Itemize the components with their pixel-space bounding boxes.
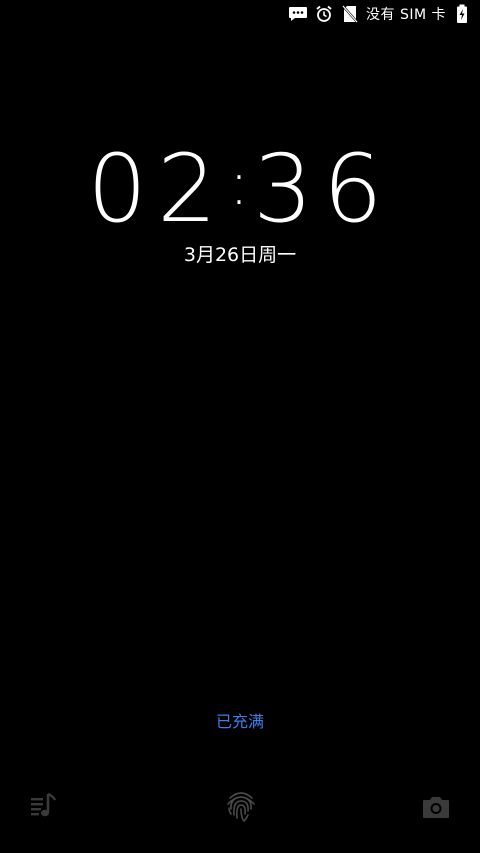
message-icon bbox=[288, 4, 308, 24]
music-shortcut-button[interactable] bbox=[28, 792, 60, 824]
sim-status-text: 没有 SIM 卡 bbox=[366, 7, 446, 23]
charging-status: 已充满 bbox=[215, 712, 264, 731]
clock-minutes: 36 bbox=[253, 135, 393, 244]
lockscreen-clock: 02 : 36 bbox=[0, 135, 480, 245]
fingerprint-icon bbox=[224, 789, 258, 827]
music-icon bbox=[29, 792, 59, 824]
fingerprint-sensor[interactable] bbox=[222, 789, 260, 827]
camera-shortcut-button[interactable] bbox=[420, 794, 452, 824]
no-sim-icon bbox=[340, 4, 360, 24]
camera-icon bbox=[421, 794, 451, 824]
alarm-icon bbox=[314, 4, 334, 24]
status-bar: 没有 SIM 卡 bbox=[288, 0, 480, 28]
clock-hours: 02 bbox=[87, 135, 227, 244]
lockscreen-date: 3月26日周一 bbox=[183, 244, 297, 266]
battery-charging-icon bbox=[452, 4, 472, 24]
clock-separator: : bbox=[228, 149, 250, 219]
